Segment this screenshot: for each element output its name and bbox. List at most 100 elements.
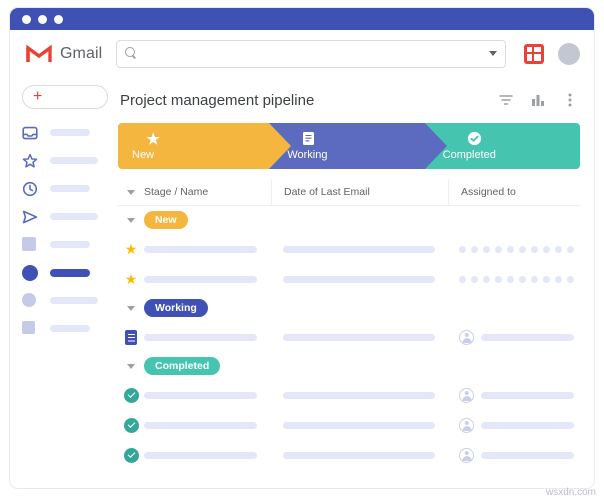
sidebar-item-drafts[interactable] bbox=[22, 237, 116, 252]
app-body: + bbox=[10, 77, 594, 488]
pipeline-stage-label: Working bbox=[287, 149, 424, 161]
pipeline-stage-count-wrap: 10 bbox=[443, 131, 580, 150]
person-icon bbox=[459, 388, 474, 403]
table-row[interactable]: ★ bbox=[118, 234, 580, 264]
main-pane: Project management pipeline bbox=[116, 77, 594, 488]
table-row[interactable]: ★ bbox=[118, 264, 580, 294]
check-circle-icon[interactable] bbox=[118, 388, 144, 403]
cell-assigned bbox=[447, 410, 580, 440]
star-icon[interactable]: ★ bbox=[118, 272, 144, 286]
placeholder-bar bbox=[144, 246, 257, 253]
gmail-m-icon bbox=[26, 44, 52, 63]
star-icon[interactable]: ★ bbox=[118, 242, 144, 256]
sidebar-item-label bbox=[50, 325, 90, 332]
table-row[interactable] bbox=[118, 380, 580, 410]
plus-icon: + bbox=[33, 89, 42, 105]
user-avatar[interactable] bbox=[558, 43, 580, 65]
sidebar-item-snoozed[interactable] bbox=[22, 181, 116, 196]
avatar-placeholders bbox=[459, 246, 574, 253]
chevron-down-icon[interactable] bbox=[118, 306, 144, 311]
star-icon bbox=[22, 153, 38, 169]
person-icon bbox=[459, 330, 474, 345]
sidebar-item-starred[interactable] bbox=[22, 153, 116, 168]
placeholder-bar bbox=[283, 246, 435, 253]
window-titlebar bbox=[10, 8, 594, 30]
grid-apps-icon[interactable] bbox=[524, 44, 544, 64]
sidebar-item-label bbox=[50, 213, 98, 220]
check-circle-icon bbox=[467, 131, 482, 150]
group-header-completed[interactable]: Completed bbox=[118, 352, 580, 380]
sidebar-item-inbox[interactable] bbox=[22, 125, 116, 140]
placeholder-bar bbox=[481, 422, 574, 429]
status-badge: New bbox=[144, 211, 188, 229]
page-title: Project management pipeline bbox=[120, 92, 314, 109]
chevron-down-icon[interactable] bbox=[489, 51, 497, 56]
gmail-header: Gmail bbox=[10, 30, 594, 77]
cell-date bbox=[271, 440, 447, 470]
compose-button[interactable]: + bbox=[22, 85, 108, 109]
watermark: wsxdn.com bbox=[546, 487, 596, 498]
column-header-date[interactable]: Date of Last Email bbox=[272, 186, 448, 198]
pipeline-stage-label: New bbox=[132, 149, 269, 161]
cell-date bbox=[271, 264, 447, 294]
label-circle-icon bbox=[22, 265, 38, 281]
pipeline-arrow bbox=[425, 123, 447, 169]
gmail-logo-area[interactable]: Gmail bbox=[26, 44, 102, 63]
sidebar: + bbox=[10, 77, 116, 488]
avatar-placeholders bbox=[459, 276, 574, 283]
sidebar-item-label-2[interactable] bbox=[22, 293, 116, 308]
cell-stage-name bbox=[144, 322, 271, 352]
more-vertical-icon[interactable] bbox=[562, 92, 578, 108]
star-icon: ★ bbox=[146, 132, 159, 148]
sidebar-item-label bbox=[50, 157, 98, 164]
header-actions bbox=[524, 43, 580, 65]
table-row[interactable] bbox=[118, 410, 580, 440]
cell-stage-name bbox=[144, 410, 271, 440]
person-icon bbox=[459, 418, 474, 433]
table-row[interactable] bbox=[118, 440, 580, 470]
placeholder-bar bbox=[144, 276, 257, 283]
column-header-stage-name[interactable]: Stage / Name bbox=[144, 186, 271, 198]
cell-assigned bbox=[447, 234, 580, 264]
cell-assigned bbox=[447, 440, 580, 470]
column-header-assigned[interactable]: Assigned to bbox=[449, 186, 580, 198]
sidebar-item-label bbox=[50, 297, 98, 304]
cell-date bbox=[271, 380, 447, 410]
sidebar-item-label-3[interactable] bbox=[22, 321, 116, 336]
placeholder-bar bbox=[283, 334, 435, 341]
cell-date bbox=[271, 322, 447, 352]
pipeline-stage-count: 2 bbox=[132, 131, 141, 149]
main-toolbar bbox=[498, 92, 578, 108]
check-circle-icon[interactable] bbox=[118, 448, 144, 463]
cell-date bbox=[271, 234, 447, 264]
table-row[interactable] bbox=[118, 322, 580, 352]
collapse-all-icon[interactable] bbox=[118, 190, 144, 195]
filter-icon[interactable] bbox=[498, 92, 514, 108]
status-badge: Working bbox=[144, 299, 208, 317]
chevron-down-icon[interactable] bbox=[118, 364, 144, 369]
chart-bar-icon[interactable] bbox=[530, 92, 546, 108]
table-header: Stage / Name Date of Last Email Assigned… bbox=[118, 179, 580, 206]
group-header-new[interactable]: New bbox=[118, 206, 580, 234]
doc-icon bbox=[302, 131, 315, 150]
pipeline-stage-working[interactable]: 1 Working bbox=[269, 123, 424, 169]
chevron-down-icon[interactable] bbox=[118, 218, 144, 223]
window-dot-2[interactable] bbox=[38, 15, 47, 24]
window-dot-1[interactable] bbox=[22, 15, 31, 24]
doc-icon[interactable] bbox=[118, 330, 144, 345]
pipeline-stage-completed[interactable]: 10 Completed bbox=[425, 123, 580, 169]
group-header-working[interactable]: Working bbox=[118, 294, 580, 322]
sidebar-item-label bbox=[50, 129, 90, 136]
sidebar-item-label bbox=[50, 269, 90, 277]
sidebar-item-sent[interactable] bbox=[22, 209, 116, 224]
search-input[interactable] bbox=[116, 40, 506, 68]
window-dot-3[interactable] bbox=[54, 15, 63, 24]
pipeline-stage-new[interactable]: 2 ★ New bbox=[118, 123, 269, 169]
cell-assigned bbox=[447, 264, 580, 294]
inbox-icon bbox=[22, 125, 38, 141]
search-icon bbox=[125, 47, 138, 60]
placeholder-bar bbox=[283, 452, 435, 459]
sidebar-item-label-selected[interactable] bbox=[22, 265, 116, 280]
check-circle-icon[interactable] bbox=[118, 418, 144, 433]
placeholder-bar bbox=[481, 452, 574, 459]
